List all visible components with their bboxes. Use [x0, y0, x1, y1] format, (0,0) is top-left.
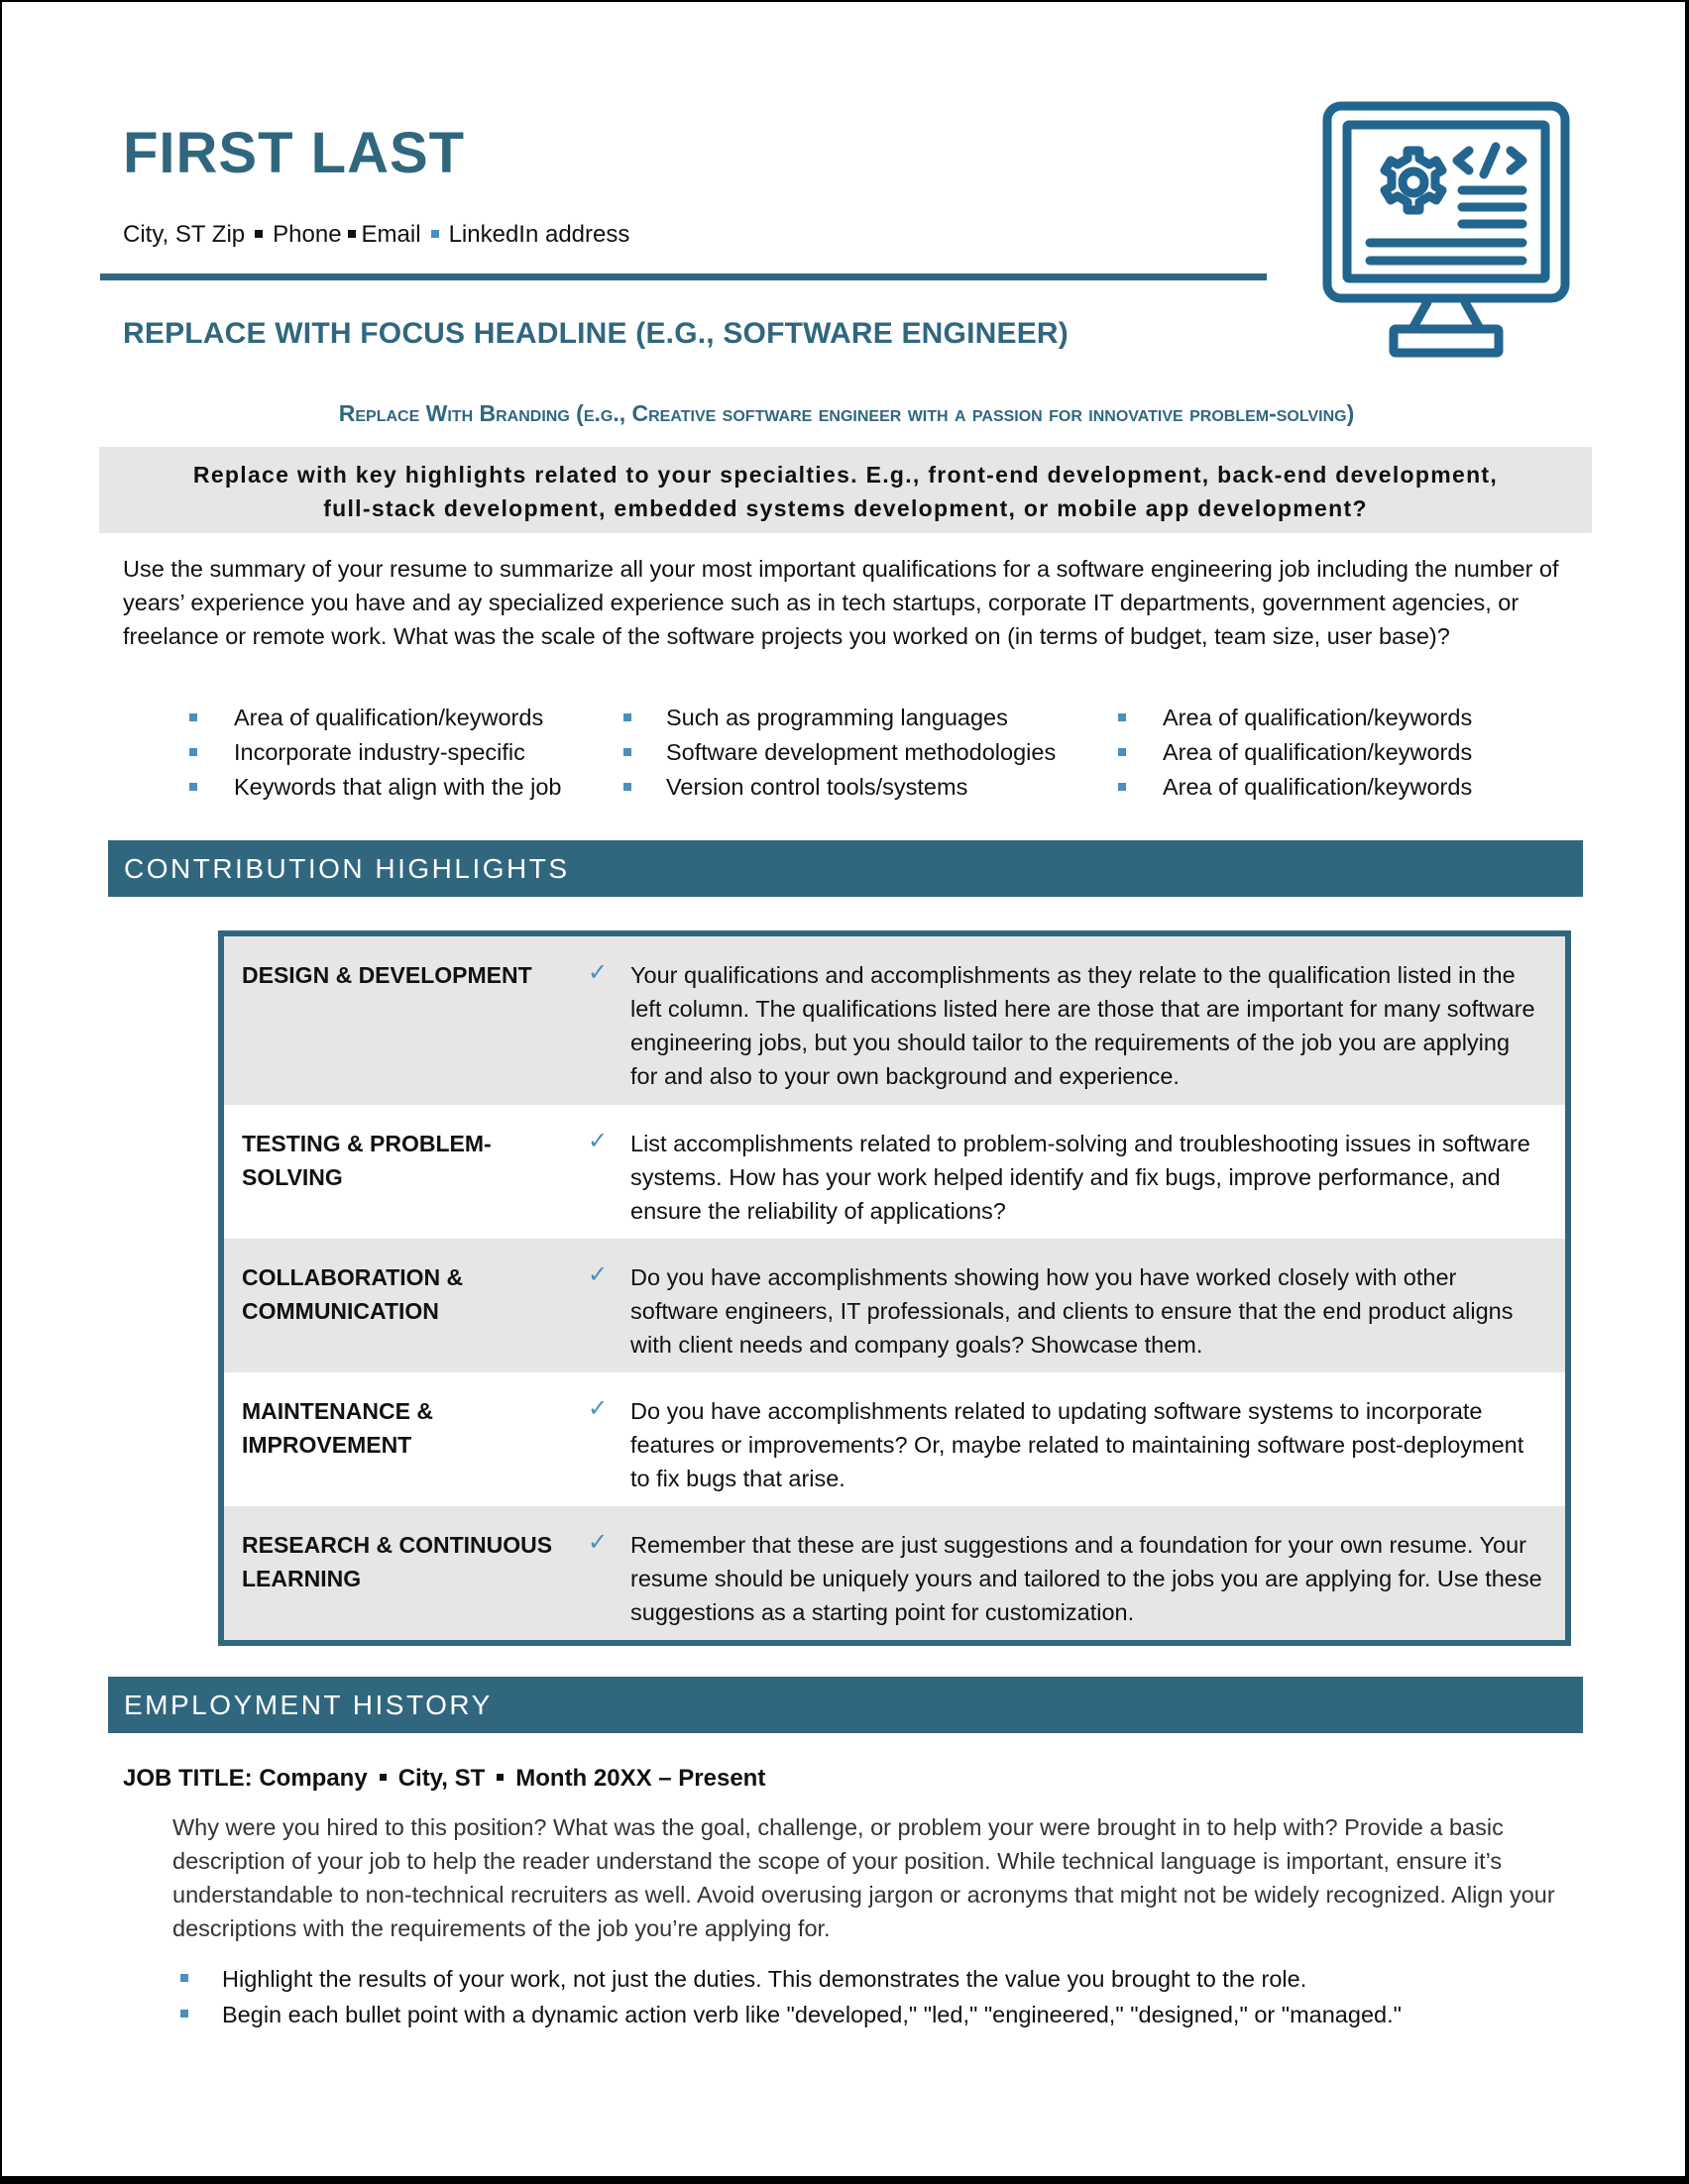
keyword-item: Version control tools/systems — [666, 774, 968, 800]
row-description: Do you have accomplishments showing how … — [630, 1264, 1514, 1358]
contact-email: Email — [361, 221, 421, 248]
bullet-square-icon — [189, 713, 197, 721]
bullet-square-icon — [1118, 783, 1126, 791]
bullet-square-icon — [623, 783, 631, 791]
checkmark-icon: ✓ — [588, 1395, 609, 1422]
checkmark-icon: ✓ — [588, 1529, 609, 1556]
gear-icon — [1380, 146, 1447, 215]
candidate-name: FIRST LAST — [123, 121, 466, 185]
keyword-item: Keywords that align with the job — [234, 774, 562, 800]
summary-paragraph: Use the summary of your resume to summar… — [123, 556, 1559, 649]
job-title-company: JOB TITLE: Company — [123, 1765, 368, 1792]
bullet-square-icon — [623, 713, 631, 721]
keyword-item: Area of qualification/keywords — [1163, 774, 1473, 800]
table-row: MAINTENANCE & IMPROVEMENT ✓ Do you have … — [224, 1372, 1565, 1506]
bullet-square-icon — [1118, 748, 1126, 756]
focus-headline: REPLACE WITH FOCUS HEADLINE (E.G., SOFTW… — [123, 317, 1069, 350]
keyword-item: Area of qualification/keywords — [1163, 705, 1473, 730]
job-bullet-text: Highlight the results of your work, not … — [222, 1966, 1307, 1992]
job-bullet-text: Begin each bullet point with a dynamic a… — [222, 2002, 1402, 2027]
row-description: Remember that these are just suggestions… — [630, 1532, 1542, 1625]
separator-icon — [430, 229, 439, 238]
job-bullet: Begin each bullet point with a dynamic a… — [180, 1998, 1588, 2031]
keywords-list: Area of qualification/keywords Incorpora… — [2, 701, 1685, 810]
contact-city: City, ST Zip — [123, 221, 246, 248]
checkmark-icon: ✓ — [588, 1128, 609, 1154]
section-header-contribution: CONTRIBUTION HIGHLIGHTS — [108, 840, 1583, 897]
table-row: TESTING & PROBLEM-SOLVING ✓ List accompl… — [224, 1105, 1565, 1239]
keyword-item: Area of qualification/keywords — [1163, 739, 1473, 765]
job-dates: Month 20XX – Present — [515, 1765, 766, 1792]
gear-hub — [1398, 166, 1429, 198]
monitor-screen — [1342, 120, 1550, 283]
key-highlights-box: Replace with key highlights related to y… — [99, 447, 1592, 533]
monitor-base — [1389, 324, 1504, 358]
row-description: Do you have accomplishments related to u… — [630, 1398, 1524, 1491]
row-label: DESIGN & DEVELOPMENT — [242, 962, 532, 988]
separator-icon — [379, 1774, 387, 1782]
separator-icon — [497, 1774, 505, 1782]
computer-monitor-icon — [1322, 101, 1570, 358]
keyword-item: Area of qualification/keywords — [234, 705, 544, 730]
key-highlights-line-1: Replace with key highlights related to y… — [192, 462, 1499, 488]
section-header-employment: EMPLOYMENT HISTORY — [108, 1677, 1583, 1733]
contact-phone: Phone — [273, 221, 342, 248]
row-description: List accomplishments related to problem-… — [630, 1131, 1530, 1224]
branding-statement: Replace With Branding (e.g., Creative so… — [338, 400, 1355, 426]
row-label: TESTING & PROBLEM-SOLVING — [242, 1131, 492, 1190]
key-highlights-line-2: full-stack development, embedded systems… — [323, 495, 1368, 521]
table-row: COLLABORATION & COMMUNICATION ✓ Do you h… — [224, 1239, 1565, 1372]
section-title: CONTRIBUTION HIGHLIGHTS — [124, 853, 570, 884]
bullet-square-icon — [623, 748, 631, 756]
table-row: DESIGN & DEVELOPMENT ✓ Your qualificatio… — [224, 936, 1565, 1105]
contact-line: City, ST Zip Phone Email LinkedIn address — [123, 220, 629, 250]
bullet-square-icon — [180, 1974, 188, 1982]
separator-icon — [347, 229, 356, 238]
job-location: City, ST — [397, 1765, 486, 1792]
bullet-square-icon — [180, 2010, 188, 2018]
bullet-square-icon — [1118, 713, 1126, 721]
keyword-item: Such as programming languages — [666, 705, 1008, 730]
job-bullet: Highlight the results of your work, not … — [180, 1962, 1588, 1996]
row-label: MAINTENANCE & IMPROVEMENT — [242, 1398, 433, 1458]
row-description: Your qualifications and accomplishments … — [630, 962, 1535, 1089]
job-heading: JOB TITLE: Company City, ST Month 20XX – P… — [123, 1763, 765, 1795]
monitor-neck — [1408, 297, 1484, 332]
keyword-item: Incorporate industry-specific — [234, 739, 525, 765]
checkmark-icon: ✓ — [588, 959, 609, 986]
row-label: COLLABORATION & COMMUNICATION — [242, 1264, 464, 1324]
bullet-square-icon — [189, 748, 197, 756]
contact-linkedin: LinkedIn address — [448, 221, 630, 248]
separator-icon — [255, 229, 264, 238]
code-tag-icon — [1452, 142, 1527, 179]
monitor-frame — [1322, 101, 1570, 303]
section-title: EMPLOYMENT HISTORY — [124, 1690, 493, 1720]
job-description: Why were you hired to this position? Wha… — [172, 1814, 1555, 1941]
bullet-square-icon — [189, 783, 197, 791]
row-label: RESEARCH & CONTINUOUS LEARNING — [242, 1532, 553, 1591]
contribution-table: DESIGN & DEVELOPMENT ✓ Your qualificatio… — [218, 930, 1571, 1646]
resume-page: FIRST LAST City, ST Zip Phone Email LinkedI… — [2, 2, 1685, 2176]
keyword-item: Software development methodologies — [666, 739, 1057, 765]
checkmark-icon: ✓ — [588, 1261, 609, 1288]
header-rule — [100, 273, 1267, 280]
table-row: RESEARCH & CONTINUOUS LEARNING ✓ Remembe… — [224, 1506, 1565, 1640]
